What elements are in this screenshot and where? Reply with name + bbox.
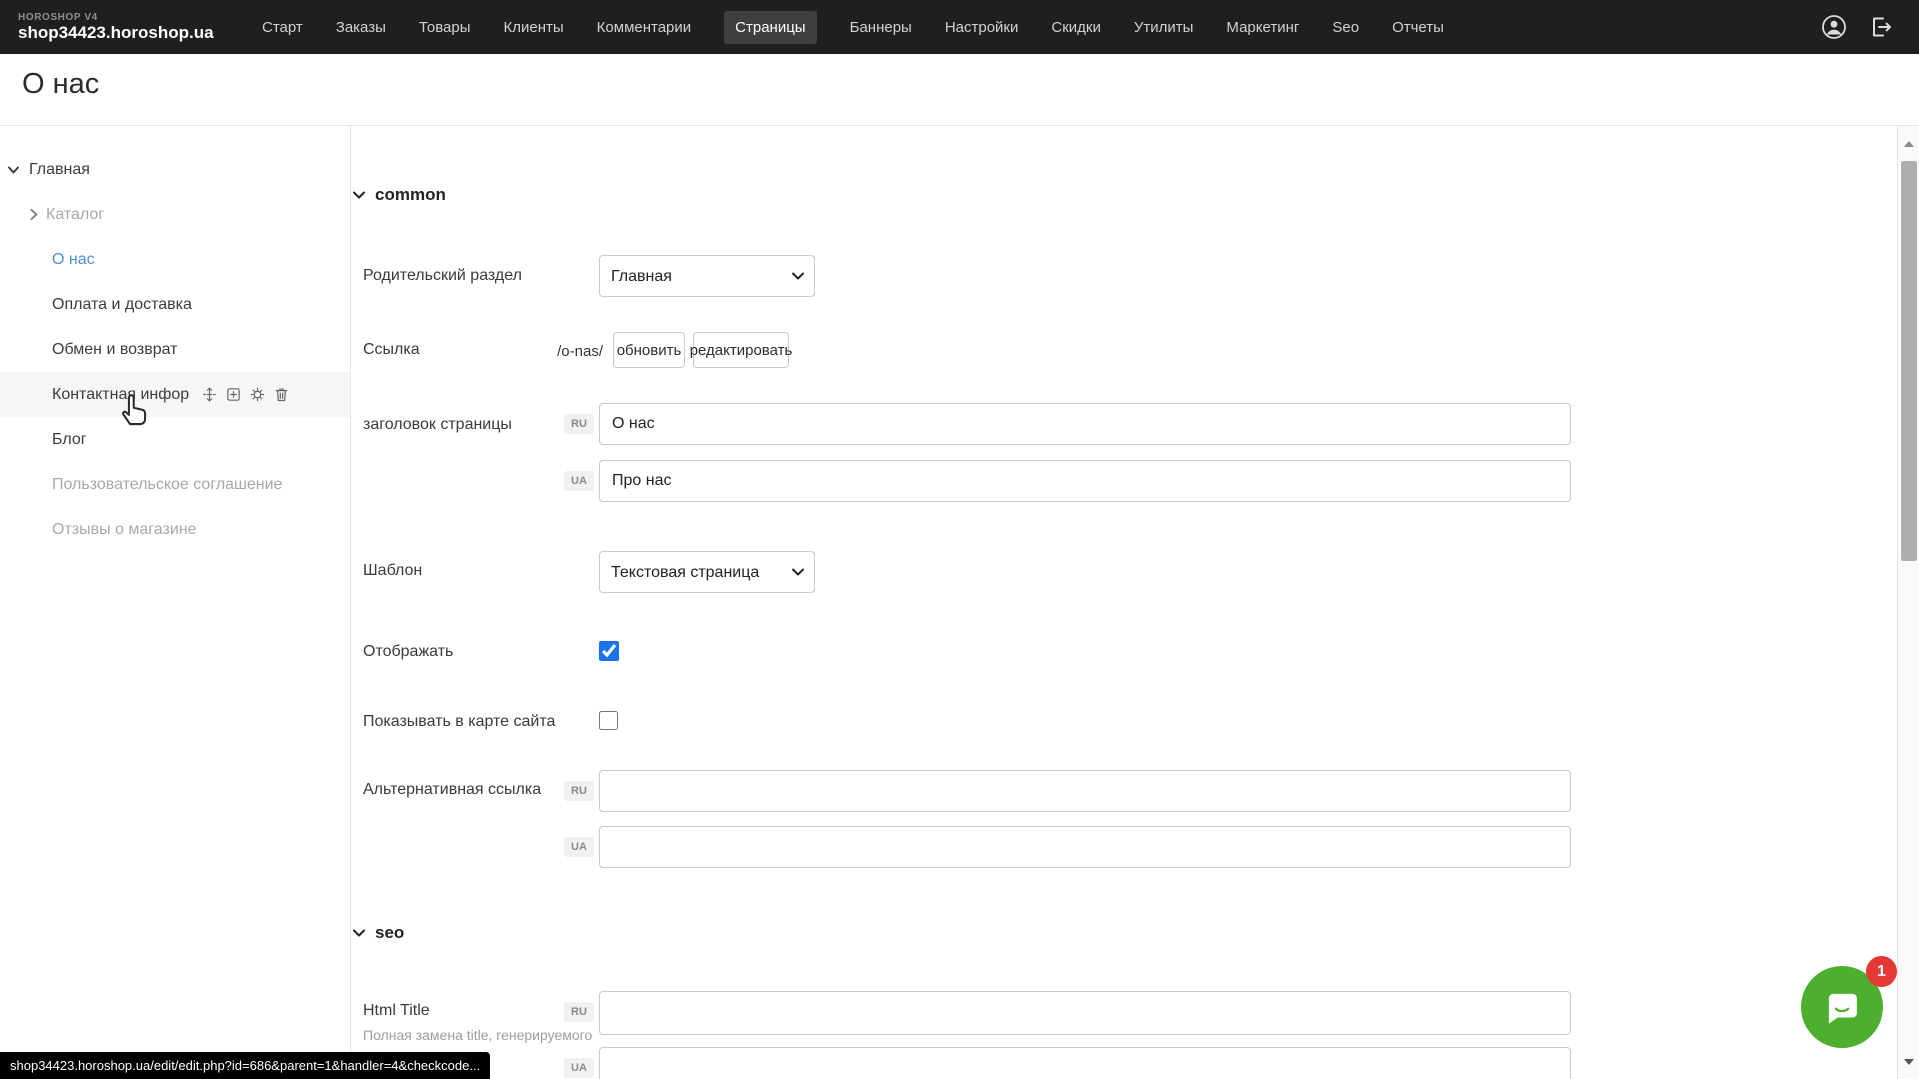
nav-item-reports[interactable]: Отчеты — [1392, 11, 1444, 44]
page-header: О нас — [0, 54, 1919, 126]
chevron-down-icon — [353, 191, 365, 199]
html-title-hint: Полная замена title, генерируемого — [363, 1027, 592, 1043]
page-title: О нас — [22, 68, 99, 101]
section-title: seo — [375, 923, 404, 943]
nav-item-orders[interactable]: Заказы — [336, 11, 386, 44]
scroll-up-button[interactable] — [1902, 137, 1916, 151]
sidebar-item-catalog[interactable]: Каталог — [0, 192, 350, 237]
brand-logo[interactable]: HOROSHOP V4 shop34423.horoshop.ua — [0, 12, 218, 42]
navbar-right-icons — [1821, 14, 1919, 40]
alt-link-ua-input[interactable] — [599, 826, 1571, 868]
parent-section-select[interactable]: Главная — [599, 255, 815, 297]
page-title-label: заголовок страницы — [363, 416, 512, 434]
lang-tag-ua: UA — [564, 471, 594, 491]
nav-item-settings[interactable]: Настройки — [945, 11, 1019, 44]
section-common[interactable]: common — [353, 185, 446, 205]
sidebar-item-store-reviews[interactable]: Отзывы о магазине — [0, 507, 350, 552]
alt-link-ru-input[interactable] — [599, 770, 1571, 812]
lang-tag-ru: RU — [564, 1002, 594, 1022]
sidebar-item-label: Отзывы о магазине — [52, 521, 197, 539]
sidebar-item-label: Каталог — [46, 206, 104, 224]
nav-item-products[interactable]: Товары — [419, 11, 471, 44]
sitemap-label: Показывать в карте сайта — [363, 713, 555, 731]
nav-item-discounts[interactable]: Скидки — [1051, 11, 1100, 44]
chevron-down-icon — [353, 929, 365, 937]
brand-version: HOROSHOP V4 — [18, 12, 218, 23]
lang-tag-ua: UA — [564, 1058, 594, 1078]
page-title-ua-input[interactable] — [599, 460, 1571, 502]
page-title-ru-input[interactable] — [599, 403, 1571, 445]
chevron-down-icon — [8, 166, 19, 174]
parent-section-label: Родительский раздел — [363, 267, 522, 285]
page-edit-form: common Родительский раздел Главная Ссылк… — [350, 125, 1897, 1079]
tree-item-actions — [201, 386, 290, 403]
sidebar-item-blog[interactable]: Блог — [0, 417, 350, 462]
top-navbar: HOROSHOP V4 shop34423.horoshop.ua Старт … — [0, 0, 1919, 54]
lang-tag-ru: RU — [564, 781, 594, 801]
nav-item-utilities[interactable]: Утилиты — [1134, 11, 1194, 44]
nav-item-seo[interactable]: Seo — [1332, 11, 1359, 44]
html-title-ru-input[interactable] — [599, 991, 1571, 1035]
pages-tree-sidebar: Главная Каталог О нас Оплата и доставка … — [0, 125, 350, 1079]
parent-section-native-select[interactable]: Главная — [599, 255, 815, 297]
chevron-right-icon — [30, 209, 38, 220]
logout-icon[interactable] — [1867, 14, 1893, 40]
template-select[interactable]: Текстовая страница — [599, 551, 815, 593]
link-edit-button[interactable]: редактировать — [693, 332, 789, 368]
add-icon[interactable] — [225, 386, 242, 403]
lang-tag-ru: RU — [564, 414, 594, 434]
nav-item-banners[interactable]: Баннеры — [850, 11, 912, 44]
account-icon[interactable] — [1821, 14, 1847, 40]
vertical-scrollbar[interactable] — [1897, 125, 1919, 1079]
sidebar-item-label: Обмен и возврат — [52, 341, 177, 359]
template-label: Шаблон — [363, 562, 422, 580]
sidebar-item-label: Контактная инфор — [52, 386, 189, 404]
sidebar-item-payment-delivery[interactable]: Оплата и доставка — [0, 282, 350, 327]
link-label: Ссылка — [363, 341, 420, 359]
sidebar-item-label: Пользовательское соглашение — [52, 476, 282, 494]
display-label: Отображать — [363, 643, 453, 661]
sidebar-item-exchange-return[interactable]: Обмен и возврат — [0, 327, 350, 372]
html-title-label: Html Title — [363, 1002, 430, 1020]
scroll-thumb[interactable] — [1901, 161, 1917, 561]
sidebar-item-home[interactable]: Главная — [0, 147, 350, 192]
status-url: shop34423.horoshop.ua/edit/edit.php?id=6… — [10, 1058, 480, 1073]
nav-item-clients[interactable]: Клиенты — [504, 11, 564, 44]
display-checkbox[interactable] — [599, 641, 619, 661]
sidebar-item-contact-info[interactable]: Контактная инфор — [0, 372, 350, 417]
move-icon[interactable] — [201, 386, 218, 403]
template-native-select[interactable]: Текстовая страница — [599, 551, 815, 593]
sidebar-item-label: Главная — [29, 161, 90, 179]
nav-item-pages[interactable]: Страницы — [724, 11, 816, 44]
sidebar-item-about[interactable]: О нас — [0, 237, 350, 282]
delete-icon[interactable] — [273, 386, 290, 403]
html-title-ua-input[interactable] — [599, 1047, 1571, 1079]
sidebar-item-label: О нас — [52, 251, 95, 269]
lang-tag-ua: UA — [564, 837, 594, 857]
sitemap-checkbox[interactable] — [599, 711, 618, 730]
link-path: /o-nas/ — [541, 343, 603, 360]
link-refresh-button[interactable]: обновить — [613, 332, 685, 368]
chat-unread-badge: 1 — [1866, 956, 1897, 987]
brand-domain: shop34423.horoshop.ua — [18, 23, 218, 42]
status-bar: shop34423.horoshop.ua/edit/edit.php?id=6… — [0, 1052, 490, 1079]
nav-item-start[interactable]: Старт — [262, 11, 303, 44]
scroll-down-button[interactable] — [1902, 1055, 1916, 1069]
nav-item-marketing[interactable]: Маркетинг — [1226, 11, 1299, 44]
sidebar-item-label: Блог — [52, 431, 87, 449]
section-title: common — [375, 185, 446, 205]
alt-link-label: Альтернативная ссылка — [363, 781, 541, 799]
chat-bubble-icon — [1821, 986, 1863, 1028]
sidebar-item-label: Оплата и доставка — [52, 296, 192, 314]
settings-icon[interactable] — [249, 386, 266, 403]
nav-item-comments[interactable]: Комментарии — [597, 11, 691, 44]
section-seo[interactable]: seo — [353, 923, 404, 943]
sidebar-item-user-agreement[interactable]: Пользовательское соглашение — [0, 462, 350, 507]
main-menu: Старт Заказы Товары Клиенты Комментарии … — [262, 11, 1444, 44]
